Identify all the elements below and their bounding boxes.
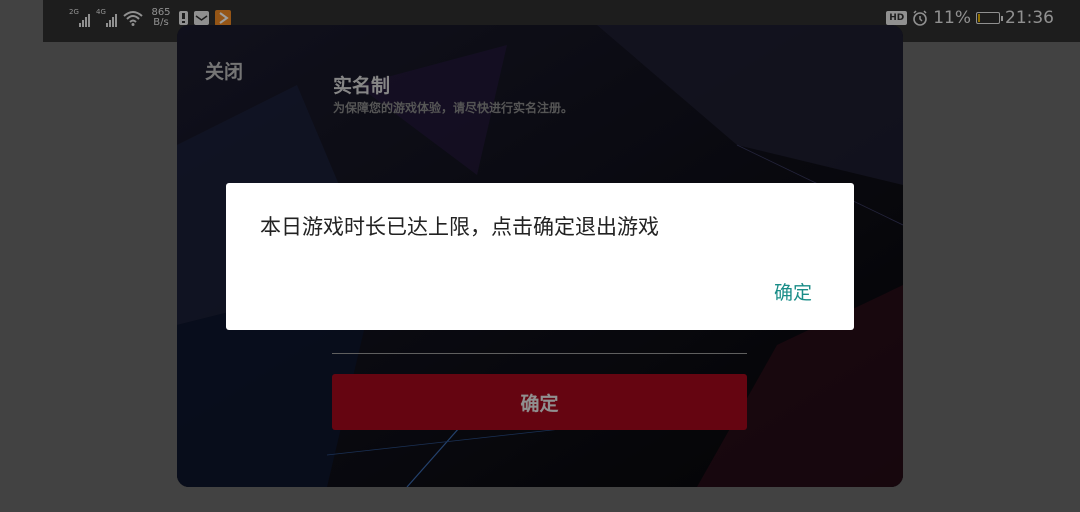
playtime-limit-dialog: 本日游戏时长已达上限，点击确定退出游戏 确定	[226, 183, 854, 330]
dialog-message: 本日游戏时长已达上限，点击确定退出游戏	[260, 215, 659, 239]
dialog-confirm-button[interactable]: 确定	[774, 278, 812, 305]
